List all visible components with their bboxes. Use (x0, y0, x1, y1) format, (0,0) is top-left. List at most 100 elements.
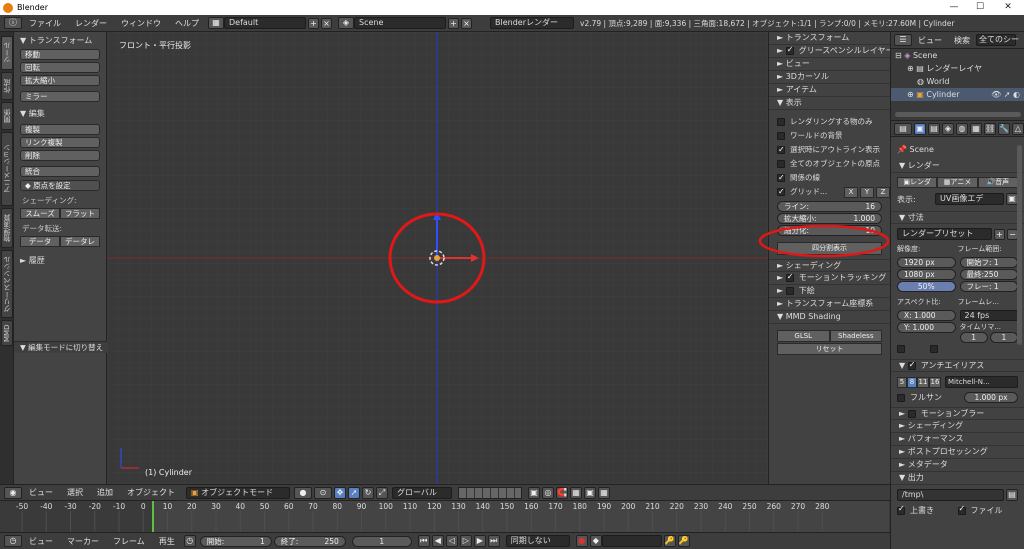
scene-tab-icon[interactable]: ◈ (942, 122, 954, 135)
antialiasing-panel-header[interactable]: ▼ アンチエイリアス (891, 359, 1024, 372)
mmd-reset-button[interactable]: リセット (777, 343, 882, 355)
npanel-transform-orientations[interactable]: ► トランスフォーム座標系 (769, 298, 890, 311)
world-background-option[interactable]: ワールドの背景 (769, 129, 890, 143)
full-sample-checkbox[interactable] (897, 393, 905, 402)
modifiers-tab-icon[interactable]: 🔧 (998, 122, 1010, 135)
tab-animation[interactable]: アニメーション (1, 132, 13, 206)
pivot-point-icon[interactable]: ⊙ (314, 486, 332, 499)
outliner-scrollbar[interactable] (895, 112, 1021, 117)
grid-floor-option[interactable]: グリッド... X Y Z (769, 185, 890, 199)
layout-field[interactable]: Default (224, 17, 306, 29)
snap-toggle-icon[interactable]: 🧲 (556, 486, 568, 499)
render-panel-header[interactable]: ▼ レンダー (891, 160, 1024, 173)
npanel-3d-cursor[interactable]: ► 3Dカーソル (769, 71, 890, 84)
render-audio-button[interactable]: 🔊音声 (977, 177, 1018, 188)
npanel-display[interactable]: ▼ 表示 (769, 97, 890, 110)
aa-8-toggle[interactable]: 8 (907, 376, 917, 388)
tab-physics[interactable]: 物理演算 (1, 208, 13, 248)
lock-layers-icon[interactable]: ▣ (528, 486, 540, 499)
keying-set-select[interactable] (601, 535, 662, 547)
remove-layout-button[interactable]: × (321, 17, 332, 29)
delete-button[interactable]: 削除 (20, 150, 100, 161)
aa-filter-select[interactable]: Mitchell-N... (945, 376, 1018, 388)
scene-icon[interactable]: ◈ (338, 17, 354, 29)
3d-viewport[interactable]: フロント・平行投影 (1) Cylinder (107, 32, 768, 484)
layer-buttons[interactable] (458, 486, 522, 499)
npanel-mmd-shading[interactable]: ▼ MMD Shading (769, 311, 890, 324)
editor-type-info-icon[interactable]: ⓘ (4, 17, 22, 29)
render-engine-select[interactable]: Blenderレンダー (490, 17, 574, 29)
scale-manipulator-icon[interactable]: ⤢ (376, 486, 388, 499)
outliner-filter-select[interactable]: 全てのシー (976, 34, 1019, 46)
snap-element-icon[interactable]: ▦ (570, 486, 582, 499)
visibility-toggles[interactable]: 👁 ➚ ◐ (991, 88, 1020, 101)
tl-menu-marker[interactable]: マーカー (67, 536, 99, 547)
npanel-transform[interactable]: ► トランスフォーム (769, 32, 890, 45)
scale-button[interactable]: 拡大縮小 (20, 75, 100, 86)
editor-type-properties-icon[interactable]: ▤ (894, 122, 912, 135)
all-origins-option[interactable]: 全てのオブジェクトの原点 (769, 157, 890, 171)
world-background-checkbox[interactable] (777, 132, 785, 140)
shading-panel-header[interactable]: ► シェーディング (891, 420, 1024, 433)
npanel-background-images[interactable]: ► 下絵 (769, 285, 890, 298)
remove-scene-button[interactable]: × (461, 17, 472, 29)
duplicate-button[interactable]: 複製 (20, 124, 100, 135)
only-render-checkbox[interactable] (777, 118, 785, 126)
move-button[interactable]: 移動 (20, 49, 100, 60)
relationship-lines-checkbox[interactable] (777, 171, 785, 185)
set-origin-dropdown[interactable]: ◆ 原点を設定 (20, 180, 100, 191)
scene-field[interactable]: Scene (354, 17, 446, 29)
mirror-button[interactable]: ミラー (20, 91, 100, 102)
post-processing-panel-header[interactable]: ► ポストプロセッシング (891, 446, 1024, 459)
relationship-lines-option[interactable]: 関係の線 (769, 171, 890, 185)
outline-selected-checkbox[interactable] (777, 143, 785, 157)
jump-start-icon[interactable]: ⏮ (417, 535, 430, 547)
jump-prev-keyframe-icon[interactable]: ◀ (431, 535, 444, 547)
outliner-menu-view[interactable]: ビュー (918, 35, 942, 46)
tl-menu-view[interactable]: ビュー (29, 536, 53, 547)
rotate-button[interactable]: 回転 (20, 62, 100, 73)
dimensions-panel-header[interactable]: ▼ 寸法 (891, 211, 1024, 224)
output-panel-header[interactable]: ▼ 出力 (891, 472, 1024, 485)
resolution-x-field[interactable]: 1920 px (897, 257, 956, 268)
aa-16-toggle[interactable]: 16 (929, 376, 941, 388)
add-scene-button[interactable]: + (448, 17, 459, 29)
vp-menu-add[interactable]: 追加 (97, 487, 113, 498)
tl-menu-playback[interactable]: 再生 (159, 536, 175, 547)
world-tab-icon[interactable]: ◍ (956, 122, 968, 135)
auto-keying-icon[interactable]: ● (575, 535, 588, 547)
data-button[interactable]: データ (20, 236, 60, 247)
motion-tracking-checkbox[interactable] (785, 272, 794, 283)
menu-help[interactable]: ヘルプ (175, 18, 199, 29)
vp-menu-view[interactable]: ビュー (29, 487, 53, 498)
performance-panel-header[interactable]: ► パフォーマンス (891, 433, 1024, 446)
tab-mmd[interactable]: MMD (1, 320, 13, 346)
menu-file[interactable]: ファイル (29, 18, 61, 29)
frame-end-field[interactable]: 最終:250 (959, 269, 1018, 280)
close-icon[interactable]: ✕ (994, 0, 1022, 15)
opengl-render-icon[interactable]: ▣ (584, 486, 596, 499)
viewport-shading-icon[interactable]: ● (294, 486, 312, 499)
npanel-grease-pencil[interactable]: ► グリースペンシルレイヤー (769, 45, 890, 58)
background-images-checkbox[interactable] (785, 287, 794, 295)
npanel-item[interactable]: ► アイテム (769, 84, 890, 97)
axis-y-toggle[interactable]: Y (860, 186, 874, 198)
npanel-shading[interactable]: ► シェーディング (769, 259, 890, 272)
border-checkbox[interactable] (897, 345, 905, 353)
outliner-row-render-layers[interactable]: ⊕ ▤ レンダーレイヤ (891, 62, 1024, 75)
overwrite-checkbox[interactable] (897, 504, 905, 515)
keying-set-icon[interactable]: ◆ (589, 535, 602, 547)
vp-menu-object[interactable]: オブジェクト (127, 487, 175, 498)
aa-5-toggle[interactable]: 5 (897, 376, 907, 388)
interaction-mode-select[interactable]: ▣ オブジェクトモード (186, 486, 290, 499)
insert-keyframe-icon[interactable]: 🔑 (663, 535, 676, 547)
aspect-x-field[interactable]: X: 1.000 (897, 310, 956, 321)
frame-start-field[interactable]: 開始フ: 1 (959, 257, 1018, 268)
vp-menu-select[interactable]: 選択 (67, 487, 83, 498)
menu-render[interactable]: レンダー (75, 18, 107, 29)
rotate-manipulator-icon[interactable]: ↻ (362, 486, 374, 499)
tab-create[interactable]: 作成 (1, 72, 13, 100)
output-path-input[interactable]: /tmp\ (897, 489, 1004, 501)
object-tab-icon[interactable]: ▦ (970, 122, 982, 135)
timeline[interactable]: -50 -40 -30 -20 -10 0 10 20 30 40 50 60 70 80 90 100 110… (0, 500, 890, 533)
